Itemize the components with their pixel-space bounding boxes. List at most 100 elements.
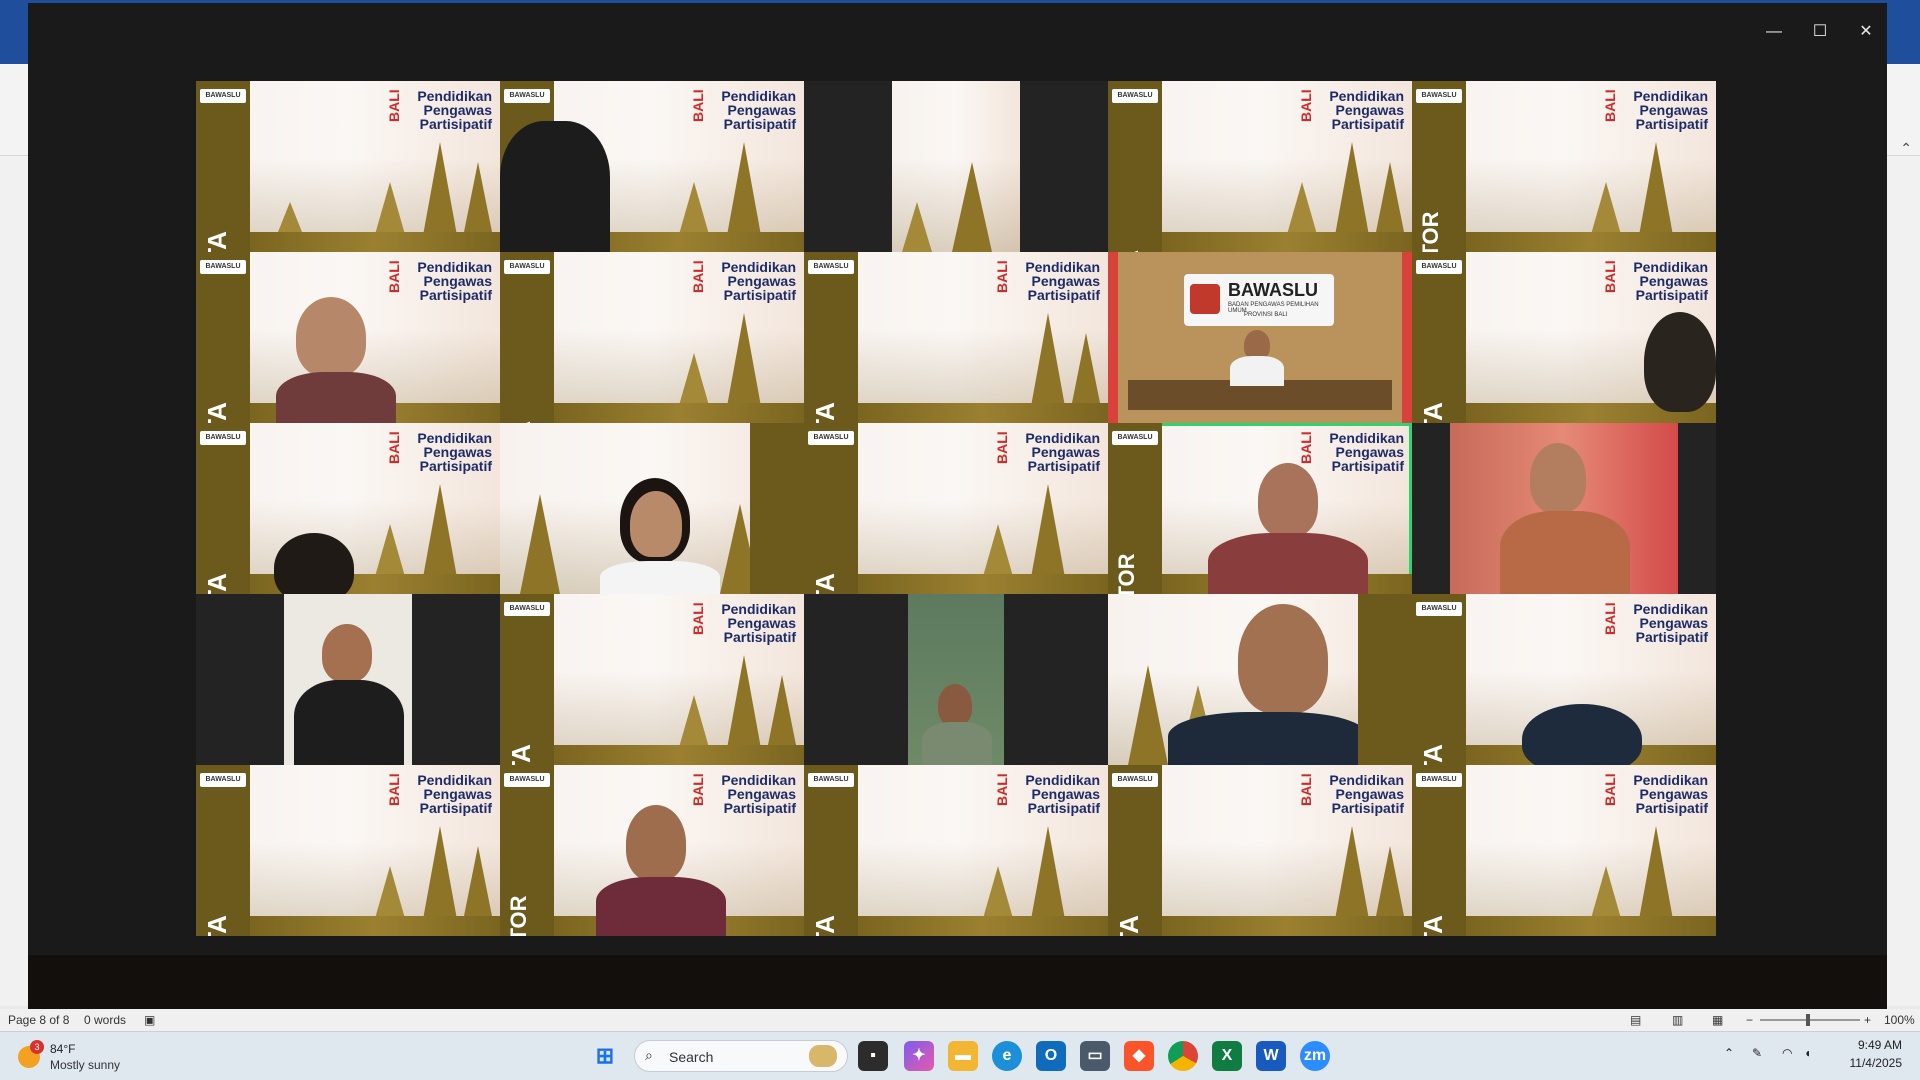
participant-tile[interactable] — [1108, 594, 1412, 765]
participant-face — [1258, 463, 1318, 537]
participant-body — [600, 561, 720, 594]
bawaslu-logo: BAWASLU — [504, 260, 550, 274]
role-label: FASILITATOR — [506, 886, 546, 936]
participant-tile[interactable]: PESERTA BAWASLU BALIPendidikanPengawasPa… — [196, 252, 500, 423]
ground — [1466, 916, 1716, 936]
windows-start-icon[interactable]: ⊞ — [590, 1041, 620, 1071]
participant-tile[interactable]: PANITIA BAWASLU BALIPendidikanPengawasPa… — [1108, 81, 1412, 252]
edge-icon[interactable]: e — [992, 1041, 1022, 1071]
zoom-out-icon[interactable]: − — [1746, 1013, 1753, 1027]
weather-desc: Mostly sunny — [50, 1058, 121, 1072]
bawaslu-room-sign: BAWASLU BADAN PENGAWAS PEMILIHAN UMUM PR… — [1184, 274, 1334, 326]
ground — [858, 403, 1108, 423]
participant-tile[interactable] — [500, 423, 804, 594]
participant-tile[interactable]: PESERTA BAWASLU BALIPendidikanPengawasPa… — [196, 423, 500, 594]
event-title: BALI Pendidikan Pengawas Partisipatif — [386, 430, 492, 474]
participant-tile[interactable] — [804, 81, 1108, 252]
outlook-icon[interactable]: O — [1036, 1041, 1066, 1071]
close-button[interactable]: ✕ — [1851, 19, 1881, 45]
role-label: PESERTA — [1114, 886, 1154, 936]
role-label: FASILITATOR — [1418, 202, 1458, 252]
participant-tile[interactable]: PESERTA BAWASLU BALIPendidikanPengawasPa… — [1412, 252, 1716, 423]
copilot-icon[interactable]: ✦ — [904, 1041, 934, 1071]
role-sidebar — [1358, 594, 1412, 765]
print-layout-icon[interactable]: ▥ — [1672, 1013, 1683, 1027]
role-sidebar: PESERTA — [196, 423, 250, 594]
bawaslu-logo: BAWASLU — [1112, 89, 1158, 103]
role-sidebar: PANITIA — [500, 252, 554, 423]
participant-tile[interactable]: PESERTA BAWASLU BALIPendidikanPengawasPa… — [500, 594, 804, 765]
chrome-icon[interactable] — [1168, 1041, 1198, 1071]
zoom-slider-thumb[interactable] — [1806, 1014, 1810, 1026]
participant-tile[interactable]: PESERTA BAWASLU BALIPendidikanPengawasPa… — [1412, 765, 1716, 936]
participant-tile[interactable]: FASILITATOR BAWASLU BALIPendidikanPengaw… — [500, 765, 804, 936]
participant-tile[interactable]: FASILITATOR BAWASLU BALIPendidikanPengaw… — [1412, 81, 1716, 252]
bawaslu-logo: BAWASLU — [200, 773, 246, 787]
volume-icon[interactable]: ◖ — [1804, 1046, 1811, 1060]
ground — [1466, 232, 1716, 252]
event-title: BALI Pendidikan Pengawas Partisipatif — [386, 259, 492, 303]
file-explorer-icon[interactable]: ▬ — [948, 1041, 978, 1071]
bawaslu-logo: BAWASLU — [808, 773, 854, 787]
event-title: BALI Pendidikan Pengawas Partisipatif — [1602, 772, 1708, 816]
ground — [554, 403, 804, 423]
word-icon[interactable]: W — [1256, 1041, 1286, 1071]
maximize-button[interactable]: ☐ — [1805, 19, 1835, 45]
participant-face — [296, 297, 366, 377]
participant-video — [284, 594, 412, 765]
word-count[interactable]: 0 words — [84, 1013, 126, 1027]
role-sidebar: PANITIA — [1108, 81, 1162, 252]
excel-icon[interactable]: X — [1212, 1041, 1242, 1071]
role-sidebar: PESERTA — [196, 765, 250, 936]
bawaslu-logo: BAWASLU — [1416, 602, 1462, 616]
proofing-icon[interactable]: ▣ — [144, 1013, 155, 1027]
participant-tile[interactable]: PESERTA BAWASLU BALIPendidikanPengawasPa… — [1412, 594, 1716, 765]
participant-face — [1644, 312, 1716, 412]
participant-tile[interactable] — [196, 594, 500, 765]
participant-tile[interactable] — [804, 594, 1108, 765]
active-speaker-tile[interactable]: FASILITATOR BAWASLU BALIPendidikanPengaw… — [1108, 423, 1412, 594]
page-count[interactable]: Page 8 of 8 — [8, 1013, 69, 1027]
role-sidebar: FASILITATOR — [500, 765, 554, 936]
weather-temp: 84°F — [50, 1042, 76, 1056]
ribbon-collapse-icon[interactable]: ⌃ — [1900, 140, 1912, 157]
bawaslu-logo: BAWASLU — [200, 89, 246, 103]
participant-tile[interactable]: PESERTA BAWASLU BALIPendidikanPengawasPa… — [804, 252, 1108, 423]
participant-tile[interactable]: PESERTA BAWASLU BALIPendidikanPengawasPa… — [804, 423, 1108, 594]
participant-tile[interactable]: PESERTA BAWASLU BALIPendidikanPengawasPa… — [1108, 765, 1412, 936]
brave-icon[interactable]: ◆ — [1124, 1041, 1154, 1071]
clock-date[interactable]: 11/4/2025 — [1836, 1056, 1903, 1070]
minimize-button[interactable]: — — [1759, 19, 1789, 45]
zoom-in-icon[interactable]: + — [1864, 1013, 1871, 1027]
weather-badge: 3 — [30, 1040, 44, 1054]
event-title: BALI Pendidikan Pengawas Partisipatif — [690, 259, 796, 303]
zoom-slider[interactable] — [1760, 1019, 1860, 1021]
participant-tile[interactable]: PESERTA BAWASLU BALIPendidikanPengawasPa… — [804, 765, 1108, 936]
web-layout-icon[interactable]: ▦ — [1712, 1013, 1723, 1027]
network-pen-icon[interactable]: ✎ — [1752, 1046, 1762, 1060]
participant-face — [1238, 604, 1328, 714]
bawaslu-logo: BAWASLU — [200, 431, 246, 445]
zoom-toolbar-area — [28, 955, 1887, 1009]
participant-tile-bawaslu-room[interactable]: BAWASLU BADAN PENGAWAS PEMILIHAN UMUM PR… — [1108, 252, 1412, 423]
terminal-icon[interactable]: ▭ — [1080, 1041, 1110, 1071]
role-sidebar: FASILITATOR — [1412, 81, 1466, 252]
wifi-icon[interactable]: ◠ — [1782, 1046, 1792, 1060]
role-sidebar: PESERTA — [196, 252, 250, 423]
bawaslu-logo: BAWASLU — [504, 773, 550, 787]
taskbar-search[interactable]: ⌕ Search — [634, 1040, 848, 1072]
participant-tile[interactable]: PESERTA BAWASLU BALIPendidikanPengawasPa… — [196, 81, 500, 252]
participant-tile[interactable]: PANITIA BAWASLU BALIPendidikanPengawasPa… — [500, 252, 804, 423]
zoom-level[interactable]: 100% — [1884, 1013, 1915, 1027]
read-mode-icon[interactable]: ▤ — [1630, 1013, 1641, 1027]
clock-time[interactable]: 9:49 AM — [1840, 1038, 1902, 1052]
participant-face — [630, 491, 682, 557]
participant-tile[interactable] — [1412, 423, 1716, 594]
participant-tile[interactable]: PESERTA BAWASLU BALIPendidikanPengawasPa… — [196, 765, 500, 936]
task-view-icon[interactable]: ▪ — [858, 1041, 888, 1071]
participant-tile[interactable]: BAWASLU BALI Pendidikan Pengawas Partisipat… — [500, 81, 804, 252]
zoom-app-icon[interactable]: zm — [1300, 1041, 1330, 1071]
tray-overflow-icon[interactable]: ⌃ — [1724, 1046, 1734, 1060]
role-sidebar — [750, 423, 804, 594]
flag-right — [1402, 252, 1412, 423]
